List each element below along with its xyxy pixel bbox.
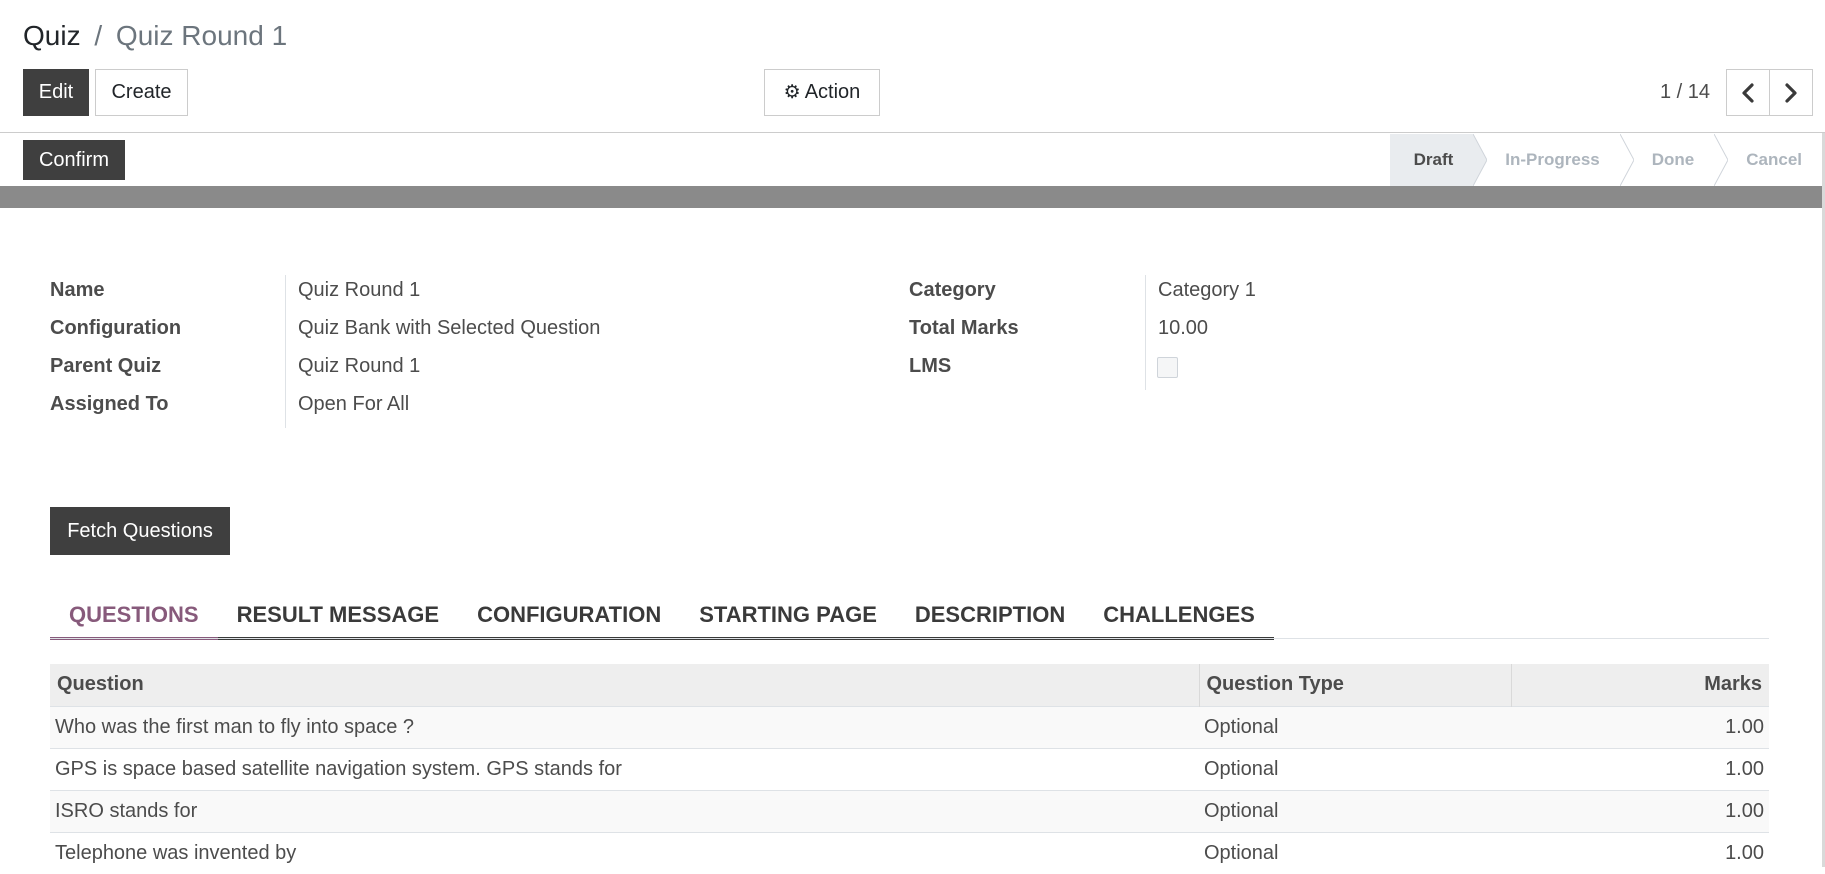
pager-previous-button[interactable]	[1726, 69, 1770, 116]
category-label: Category	[909, 279, 996, 301]
status-step-cancel[interactable]: Cancel	[1714, 134, 1822, 186]
step-divider	[1473, 134, 1488, 186]
tabs-baseline	[50, 638, 1769, 639]
edit-button[interactable]: Edit	[23, 69, 89, 116]
tab-challenges[interactable]: CHALLENGES	[1084, 596, 1274, 640]
chevron-right-icon	[1785, 82, 1797, 103]
table-row[interactable]: Who was the first man to fly into space …	[50, 705, 1769, 748]
step-divider	[1619, 134, 1634, 186]
question-type-cell: Optional	[1199, 747, 1511, 790]
status-pipeline: Draft In-Progress Done Cancel	[1389, 134, 1822, 186]
category-link[interactable]: Category 1	[1158, 279, 1256, 302]
lms-label: LMS	[909, 355, 952, 377]
name-field: Quiz Round 1	[298, 279, 421, 301]
question-cell: GPS is space based satellite navigation …	[50, 747, 1199, 790]
questions-table: Question Question Type Marks Who was the…	[50, 664, 1769, 874]
parent-quiz-link[interactable]: Quiz Round 1	[298, 355, 420, 378]
marks-cell: 1.00	[1511, 789, 1769, 832]
parent-quiz-label: Parent Quiz	[50, 355, 162, 377]
gear-icon: ⚙	[783, 82, 801, 103]
tab-result-message[interactable]: RESULT MESSAGE	[217, 596, 459, 640]
marks-cell: 1.00	[1511, 705, 1769, 748]
column-header-marks[interactable]: Marks	[1510, 664, 1769, 706]
form-statusbar: Confirm Draft In-Progress Done Cancel	[0, 134, 1825, 186]
status-step-done[interactable]: Done	[1620, 134, 1729, 186]
breadcrumb-separator: /	[94, 20, 103, 51]
pager-value[interactable]: 1 / 14	[1640, 69, 1710, 116]
total-marks-label: Total Marks	[909, 317, 1019, 339]
sheet-header-band	[0, 186, 1822, 208]
configuration-field: Quiz Bank with Selected Question	[298, 317, 601, 339]
breadcrumb: Quiz / Quiz Round 1	[23, 18, 287, 54]
lms-checkbox[interactable]	[1157, 357, 1178, 378]
tab-starting-page[interactable]: STARTING PAGE	[680, 596, 896, 640]
field-divider	[1145, 275, 1146, 390]
control-panel: Quiz / Quiz Round 1 Edit Create ⚙ Action …	[0, 0, 1825, 133]
step-divider	[1714, 134, 1729, 186]
configuration-label: Configuration	[50, 317, 182, 339]
chevron-left-icon	[1742, 82, 1754, 103]
question-cell: Telephone was invented by	[50, 831, 1199, 874]
question-type-cell: Optional	[1199, 789, 1511, 832]
tab-configuration[interactable]: CONFIGURATION	[458, 596, 681, 640]
confirm-button[interactable]: Confirm	[23, 140, 125, 180]
notebook-tabs: QUESTIONS RESULT MESSAGE CONFIGURATION S…	[50, 596, 1274, 640]
status-step-label: Done	[1651, 150, 1695, 169]
question-type-cell: Optional	[1199, 831, 1511, 874]
status-step-draft: Draft	[1389, 134, 1488, 186]
action-button[interactable]: ⚙ Action	[764, 69, 880, 116]
table-row[interactable]: GPS is space based satellite navigation …	[50, 747, 1769, 790]
status-step-in-progress[interactable]: In-Progress	[1473, 134, 1634, 186]
column-header-question[interactable]: Question	[50, 664, 1199, 706]
tab-questions[interactable]: QUESTIONS	[50, 596, 218, 640]
status-step-label: In-Progress	[1505, 150, 1600, 169]
question-type-cell: Optional	[1199, 705, 1511, 748]
table-row[interactable]: Telephone was invented by Optional 1.00	[50, 831, 1769, 874]
breadcrumb-current: Quiz Round 1	[115, 20, 288, 51]
status-step-label: Draft	[1413, 150, 1454, 169]
name-label: Name	[50, 279, 105, 301]
assigned-to-field: Open For All	[298, 393, 410, 415]
breadcrumb-root[interactable]: Quiz	[23, 20, 81, 51]
question-cell: Who was the first man to fly into space …	[50, 705, 1199, 748]
total-marks-field: 10.00	[1158, 317, 1209, 339]
question-cell: ISRO stands for	[50, 789, 1199, 832]
pager-next-button[interactable]	[1769, 69, 1813, 116]
table-header-row: Question Question Type Marks	[50, 664, 1769, 706]
tab-description[interactable]: DESCRIPTION	[895, 596, 1085, 640]
marks-cell: 1.00	[1511, 831, 1769, 874]
marks-cell: 1.00	[1511, 747, 1769, 790]
status-step-label: Cancel	[1746, 150, 1802, 169]
action-button-label: Action	[804, 81, 861, 103]
column-header-question-type[interactable]: Question Type	[1198, 664, 1511, 706]
field-divider	[285, 275, 286, 428]
create-button[interactable]: Create	[95, 69, 188, 116]
assigned-to-label: Assigned To	[50, 393, 169, 415]
fetch-questions-button[interactable]: Fetch Questions	[50, 507, 230, 555]
table-row[interactable]: ISRO stands for Optional 1.00	[50, 789, 1769, 832]
